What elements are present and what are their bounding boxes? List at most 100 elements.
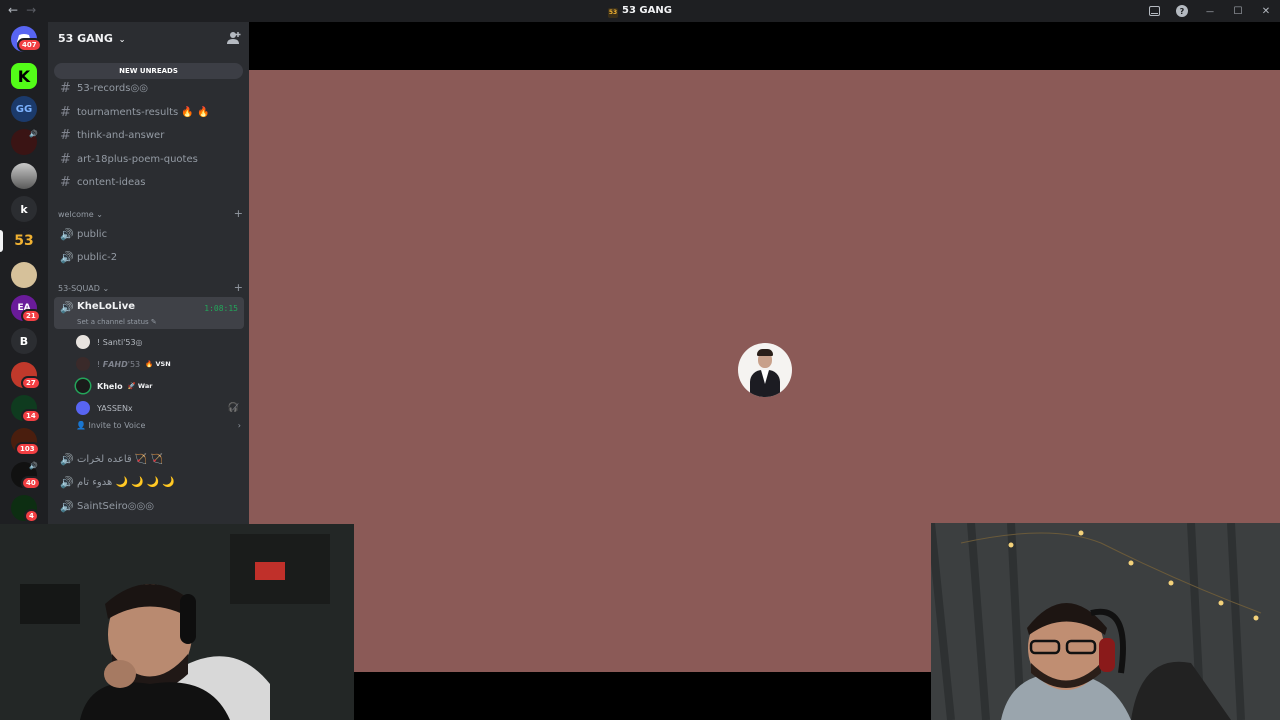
- voice-channel-public-2[interactable]: 🔊 public-2: [54, 246, 244, 268]
- title-bar: ← → 53 53 GANG ? — ☐ ✕: [0, 0, 1280, 22]
- speaker-icon: 🔊: [60, 452, 74, 466]
- voice-user-name: Khelo: [97, 381, 123, 391]
- chevron-right-icon: ›: [237, 421, 241, 430]
- channel-label: 53-records◎◎: [77, 82, 148, 94]
- server-gg[interactable]: GG: [11, 96, 37, 122]
- avatar: [76, 379, 90, 393]
- voice-user-name: ! 𝙁𝘼𝙃𝘿'53: [97, 359, 141, 369]
- server-header[interactable]: 53 GANG ⌄: [48, 22, 249, 56]
- category-welcome[interactable]: welcome ⌄ +: [58, 208, 243, 219]
- voice-channel-public[interactable]: 🔊 public: [54, 223, 244, 245]
- server-rail: 407 K GG 🔊 k 53 EA 21 B 27 14 103 🔊 40 4: [0, 22, 48, 532]
- speaker-icon: 🔊: [60, 475, 74, 489]
- speaker-icon: 🔊: [60, 227, 74, 241]
- speaker-icon: 🔊: [60, 499, 74, 513]
- server-k[interactable]: k: [11, 196, 37, 222]
- help-icon[interactable]: ?: [1174, 3, 1190, 19]
- channel-53-records[interactable]: #53-records◎◎: [54, 77, 244, 99]
- voice-user-name: YASSENx: [97, 403, 133, 413]
- category-label: 53-SQUAD: [58, 284, 100, 293]
- channel-label: content-ideas: [77, 176, 146, 188]
- webcam-left: [0, 524, 354, 720]
- add-user-icon: 👤: [76, 421, 86, 430]
- speaker-icon: 🔊: [60, 301, 74, 314]
- active-server-pill: [0, 230, 3, 252]
- speaker-icon: 🔊: [60, 250, 74, 264]
- deafened-icon: 🎧̸: [227, 403, 239, 413]
- channel-label: think-and-answer: [77, 129, 165, 141]
- add-channel-icon[interactable]: +: [234, 208, 243, 219]
- stage-letterbox-top: [249, 22, 1280, 70]
- invite-people-icon[interactable]: [227, 31, 241, 45]
- dm-unread-badge: 407: [17, 38, 42, 52]
- add-channel-icon[interactable]: +: [234, 282, 243, 293]
- user-tag: 🔥 VSN: [145, 360, 171, 368]
- webcam-left-image: [0, 524, 354, 720]
- window-controls: ? — ☐ ✕: [1146, 3, 1274, 19]
- minimize-icon[interactable]: —: [1202, 3, 1218, 19]
- invite-to-voice[interactable]: 👤 Invite to Voice ›: [76, 421, 241, 430]
- window-title-text: 53 GANG: [622, 5, 672, 16]
- server-avatar-gray[interactable]: [11, 163, 37, 189]
- voice-user-fahd[interactable]: ! 𝙁𝘼𝙃𝘿'53 🔥 VSN: [76, 355, 171, 373]
- hash-icon: #: [60, 174, 71, 190]
- channel-label: SaintSeiro◎◎◎: [77, 500, 154, 512]
- hash-icon: #: [60, 80, 71, 96]
- maximize-icon[interactable]: ☐: [1230, 3, 1246, 19]
- hash-icon: #: [60, 104, 71, 120]
- hash-icon: #: [60, 151, 71, 167]
- server-green2-badge: 4: [24, 509, 39, 523]
- invite-label: Invite to Voice: [88, 421, 146, 430]
- voice-user-yassenx[interactable]: YASSENx: [76, 399, 133, 417]
- speaker-icon: 🔊: [29, 130, 38, 138]
- close-icon[interactable]: ✕: [1258, 3, 1274, 19]
- voice-channel-arabic-1[interactable]: 🔊 قاعده لخرات 🏹 🏹: [54, 448, 244, 470]
- channel-label: art-18plus-poem-quotes: [77, 153, 198, 165]
- inbox-icon[interactable]: [1146, 3, 1162, 19]
- category-label: welcome: [58, 210, 94, 219]
- channel-sidebar: 53 GANG ⌄ NEW UNREADS #53-records◎◎ # tou…: [48, 22, 249, 524]
- speaker-avatar[interactable]: [738, 343, 792, 397]
- voice-channel-arabic-2[interactable]: 🔊 هدوء تام 🌙 🌙 🌙 🌙: [54, 471, 244, 493]
- chevron-down-icon: ⌄: [96, 210, 103, 219]
- webcam-right-image: [931, 523, 1280, 720]
- channel-content-ideas[interactable]: # content-ideas: [54, 171, 244, 193]
- server-mini-icon: 53: [608, 8, 619, 18]
- channel-think-and-answer[interactable]: # think-and-answer: [54, 124, 244, 146]
- voice-user-khelo[interactable]: Khelo 🚀 War: [76, 377, 152, 395]
- channel-art-poem-quotes[interactable]: # art-18plus-poem-quotes: [54, 148, 244, 170]
- channel-label: قاعده لخرات 🏹 🏹: [77, 453, 163, 465]
- voice-channel-saintseiro[interactable]: 🔊 SaintSeiro◎◎◎: [54, 495, 244, 517]
- server-arabic-badge: 103: [15, 442, 40, 456]
- avatar: [76, 357, 90, 371]
- server-green-badge: 14: [21, 409, 41, 423]
- server-b[interactable]: B: [11, 328, 37, 354]
- channel-label: tournaments-results 🔥 🔥: [77, 106, 210, 118]
- server-kick[interactable]: K: [11, 63, 37, 89]
- server-ea-badge: 21: [21, 309, 41, 323]
- voice-timer: 1:08:15: [204, 304, 238, 313]
- category-53-squad[interactable]: 53-SQUAD ⌄ +: [58, 282, 243, 293]
- webcam-right: [931, 523, 1280, 720]
- voice-user-santi[interactable]: ! Santi'53◎: [76, 333, 143, 351]
- server-name: 53 GANG: [58, 32, 113, 45]
- server-avatar-beige[interactable]: [11, 262, 37, 288]
- user-tag: 🚀 War: [127, 382, 153, 390]
- channel-status-prompt[interactable]: Set a channel status ✎: [77, 318, 157, 326]
- avatar: [76, 335, 90, 349]
- channel-tournaments-results[interactable]: # tournaments-results 🔥 🔥: [54, 101, 244, 123]
- server-dark-badge: 40: [21, 476, 41, 490]
- channel-label: هدوء تام 🌙 🌙 🌙 🌙: [77, 476, 175, 488]
- voice-user-name: ! Santi'53◎: [97, 337, 143, 347]
- avatar: [76, 401, 90, 415]
- server-orange-badge: 27: [21, 376, 41, 390]
- channel-label: KheLoLive: [77, 301, 135, 312]
- chevron-down-icon: ⌄: [118, 35, 126, 44]
- hash-icon: #: [60, 127, 71, 143]
- server-53-gang[interactable]: 53: [11, 228, 37, 254]
- window-title: 53 53 GANG: [0, 5, 1280, 18]
- chevron-down-icon: ⌄: [102, 284, 110, 293]
- channel-label: public-2: [77, 251, 118, 263]
- channel-label: public: [77, 228, 108, 240]
- speaker-icon-2: 🔊: [29, 462, 38, 470]
